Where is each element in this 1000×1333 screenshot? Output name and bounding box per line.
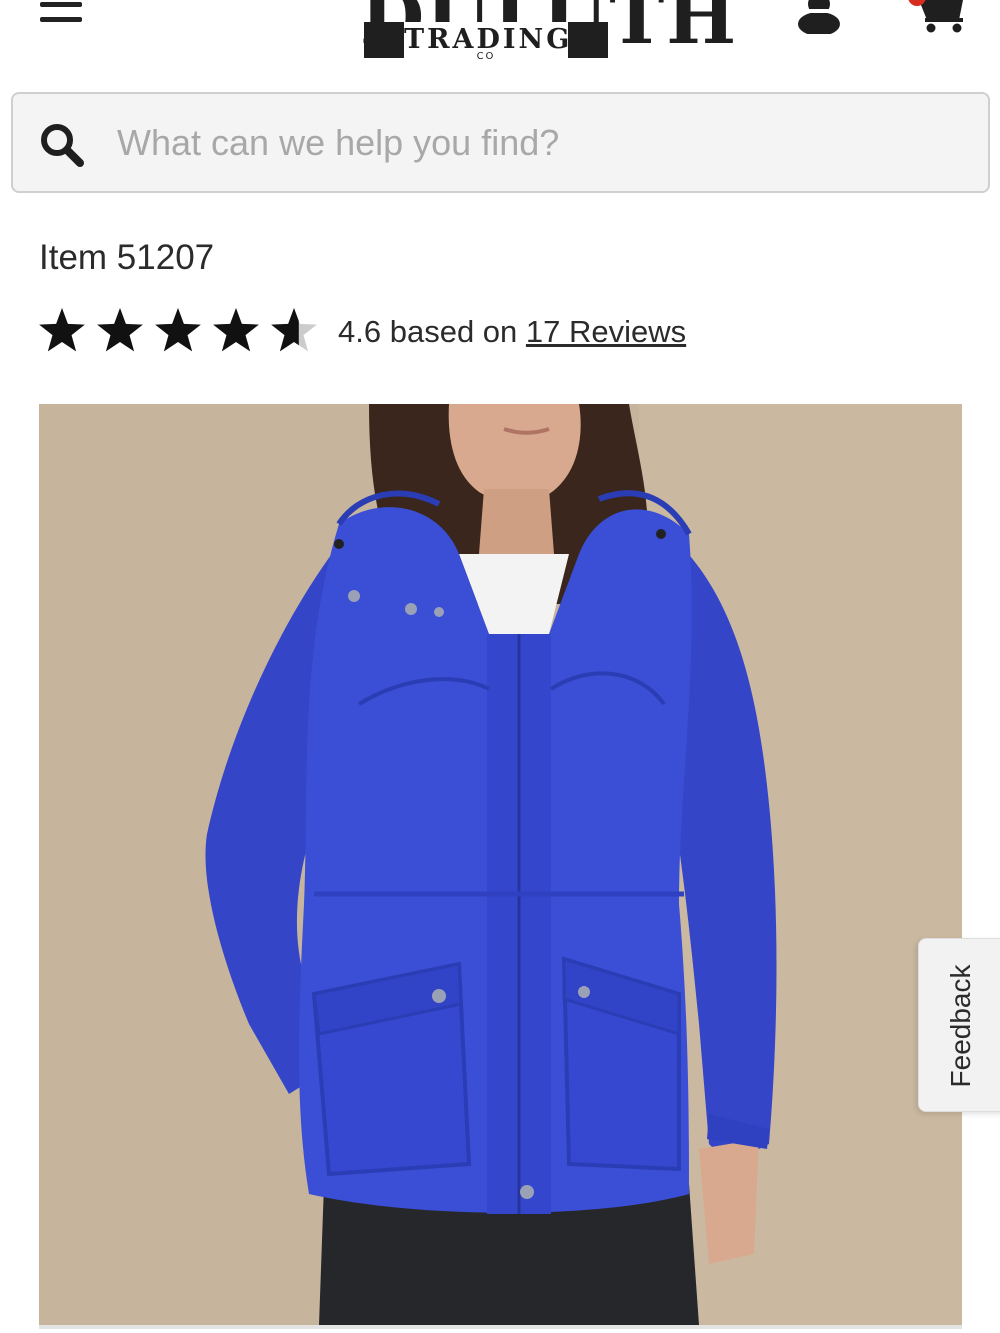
rating-suffix: based on [389, 314, 518, 349]
user-account-icon[interactable] [794, 0, 844, 36]
search-bar [11, 92, 990, 193]
feedback-label: Feedback [945, 964, 976, 1088]
rating-summary: 4.6 based on 17 Reviews [338, 314, 686, 350]
product-image[interactable] [39, 404, 962, 1325]
logo-co-text: CO [476, 51, 496, 62]
logo-letter-block-right [568, 22, 608, 58]
item-number: Item 51207 [39, 238, 215, 277]
product-page: DULUTH TRADING CO [0, 0, 1000, 1333]
star-filled-icon [213, 308, 259, 352]
site-header: DULUTH TRADING CO [0, 0, 1000, 80]
hamburger-menu-icon[interactable] [40, 0, 84, 26]
star-filled-icon [97, 308, 143, 352]
reviews-link[interactable]: 17 Reviews [526, 314, 686, 349]
feedback-tab[interactable]: Feedback [918, 938, 1000, 1112]
logo-letter-block-left [364, 22, 404, 58]
rating-stars[interactable] [38, 305, 328, 357]
star-filled-icon [39, 308, 85, 352]
product-rating: 4.6 based on 17 Reviews [38, 305, 938, 357]
image-divider [39, 1325, 962, 1329]
star-filled-icon [155, 308, 201, 352]
search-icon[interactable] [39, 122, 85, 168]
rating-value: 4.6 [338, 314, 382, 349]
search-input[interactable] [117, 114, 967, 172]
menu-bar [40, 17, 82, 22]
shopping-cart-icon[interactable] [905, 0, 967, 34]
duluth-trading-logo[interactable]: DULUTH TRADING CO [360, 0, 736, 66]
menu-bar [40, 2, 82, 7]
